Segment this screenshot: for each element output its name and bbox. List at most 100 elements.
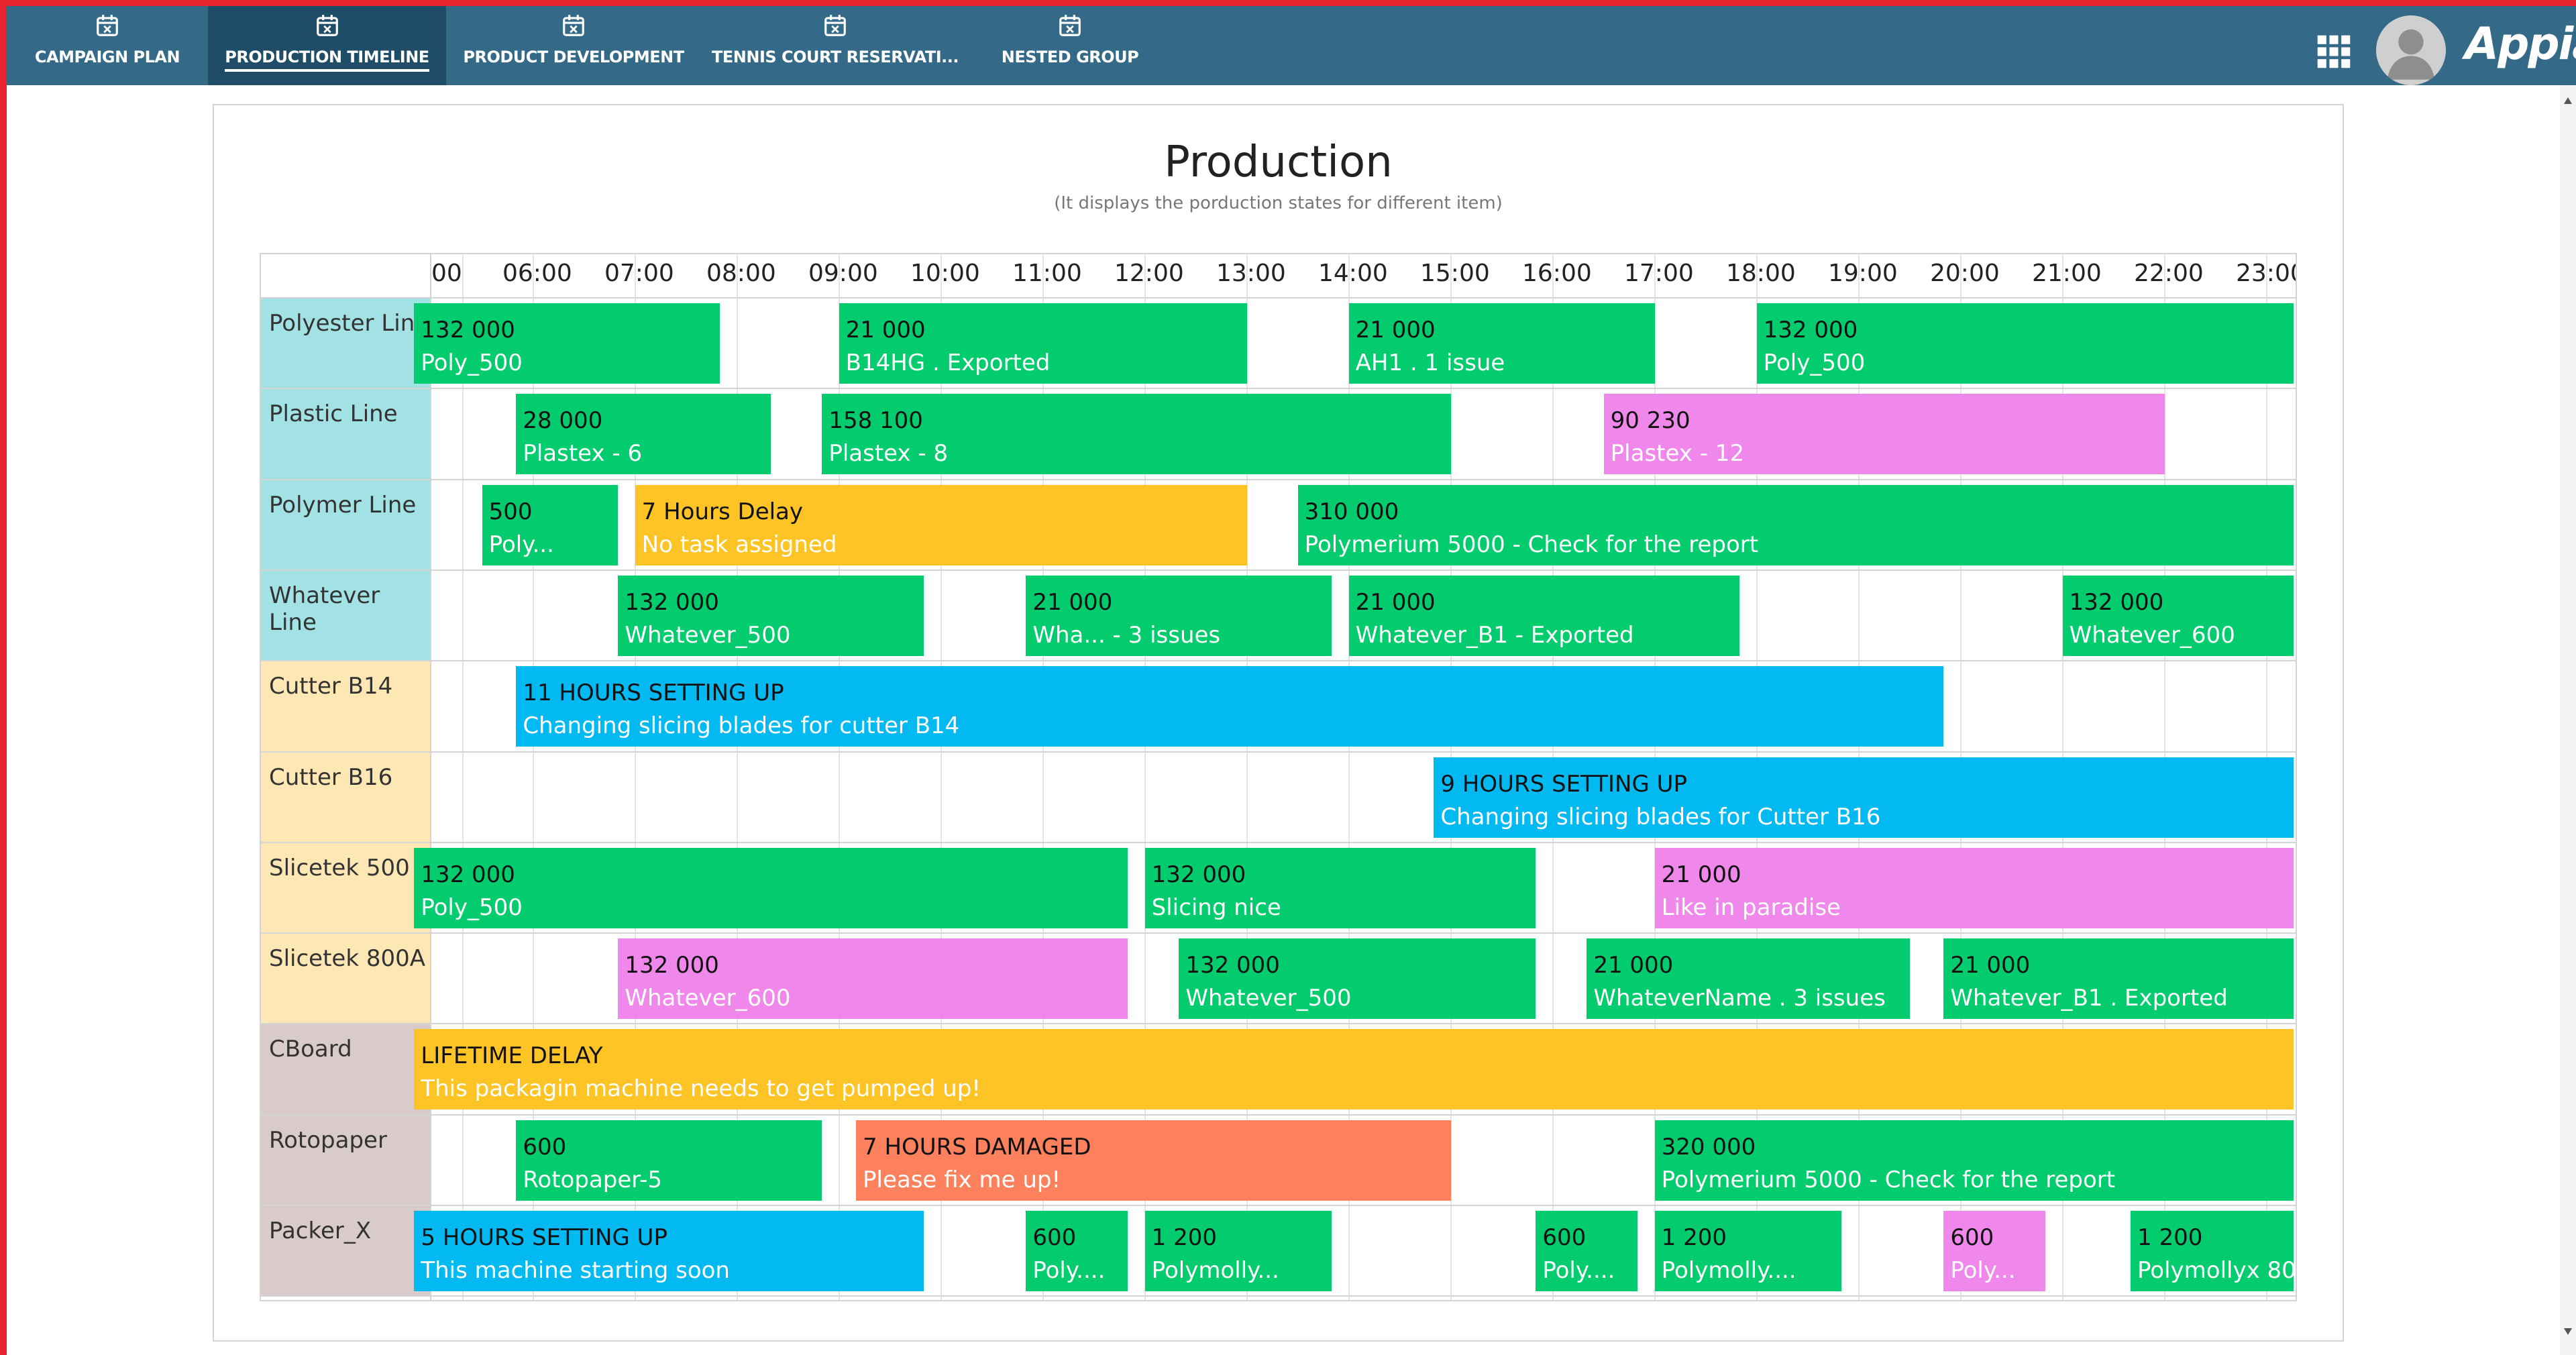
event-value: 9 HOURS SETTING UP: [1440, 770, 1688, 798]
event-value: 1 200: [1151, 1224, 1217, 1251]
timeline-event-bar[interactable]: 132 000 Poly_500: [414, 303, 720, 384]
tab-product-development[interactable]: PRODUCT DEVELOPMENT: [446, 6, 701, 85]
event-value: 320 000: [1661, 1133, 1756, 1160]
event-description: Polymerium 5000 - Check for the report: [1661, 1166, 2116, 1193]
event-value: 600: [1032, 1224, 1077, 1251]
user-avatar-icon[interactable]: [2376, 15, 2446, 85]
timeline-event-bar[interactable]: 11 HOURS SETTING UP Changing slicing blad…: [516, 666, 1944, 747]
tab-campaign-plan[interactable]: CAMPAIGN PLAN: [7, 6, 208, 85]
event-description: AH1 . 1 issue: [1355, 349, 1505, 376]
scroll-down-icon[interactable]: [2564, 1328, 2572, 1335]
timeline-event-bar[interactable]: 21 000 WhateverName . 3 issues: [1587, 938, 1910, 1020]
timeline-event-bar[interactable]: 21 000 Whatever_B1 . Exported: [1943, 938, 2294, 1020]
timeline-event-bar[interactable]: 7 HOURS DAMAGED Please fix me up!: [856, 1120, 1451, 1201]
event-value: 21 000: [1661, 861, 1741, 888]
tab-label: PRODUCTION TIMELINE: [225, 48, 429, 72]
event-description: Wha... - 3 issues: [1032, 621, 1221, 649]
timeline-event-bar[interactable]: 21 000 B14HG . Exported: [839, 303, 1247, 384]
scroll-up-icon[interactable]: [2564, 97, 2572, 104]
event-value: 132 000: [2069, 588, 2164, 616]
label-column-divider: [430, 254, 431, 1300]
timeline-event-bar[interactable]: 132 000 Whatever_600: [2062, 575, 2294, 656]
event-description: Whatever_500: [625, 621, 791, 649]
timeline-event-bar[interactable]: 1 200 Polymolly....: [1654, 1211, 1842, 1291]
event-description: Polymolly....: [1661, 1257, 1796, 1284]
event-value: 21 000: [1032, 588, 1113, 616]
event-description: Polymerium 5000 - Check for the report: [1304, 531, 1759, 558]
timeline-event-bar[interactable]: 28 000 Plastex - 6: [516, 394, 771, 475]
timeline-event-bar[interactable]: 21 000 AH1 . 1 issue: [1348, 303, 1655, 384]
timeline-event-bar[interactable]: 600 Poly....: [1536, 1211, 1638, 1291]
tab-tennis-court-reservation[interactable]: TENNIS COURT RESERVATI...: [701, 6, 969, 85]
timeline-event-bar[interactable]: LIFETIME DELAY This packagin machine need…: [414, 1029, 2294, 1110]
timeline-event-bar[interactable]: 1 200 Polymollyx 800: [2131, 1211, 2294, 1291]
page-scrollbar[interactable]: [2560, 85, 2576, 1355]
event-value: 21 000: [1950, 952, 2031, 979]
event-value: 7 HOURS DAMAGED: [863, 1133, 1091, 1160]
timeline-event-bar[interactable]: 600 Rotopaper-5: [516, 1120, 822, 1201]
event-description: Poly....: [1032, 1257, 1106, 1284]
event-description: WhateverName . 3 issues: [1593, 985, 1886, 1012]
event-value: 132 000: [1763, 317, 1858, 343]
timeline-event-bar[interactable]: 500 Poly...: [482, 484, 619, 565]
hour-label: 19:00: [1828, 260, 1898, 287]
timeline-event-bar[interactable]: 9 HOURS SETTING UP Changing slicing blade…: [1434, 757, 2294, 838]
event-description: Whatever_B1 - Exported: [1355, 621, 1634, 649]
event-description: Polymolly...: [1151, 1257, 1279, 1284]
tab-label: TENNIS COURT RESERVATI...: [712, 48, 959, 66]
row-divider: [261, 1295, 2296, 1297]
event-description: No task assigned: [641, 531, 837, 558]
row-label: Rotopaper: [261, 1114, 430, 1205]
event-description: Plastex - 12: [1610, 440, 1745, 468]
timeline-event-bar[interactable]: 600 Poly...: [1943, 1211, 2046, 1291]
hour-label: 23:00: [2236, 260, 2296, 287]
timeline-event-bar[interactable]: 132 000 Whatever_500: [1179, 938, 1536, 1020]
top-navigation-bar: CAMPAIGN PLAN PRODUCTION TIMELINE PRODUC…: [7, 6, 2576, 85]
tab-label: NESTED GROUP: [1001, 48, 1139, 66]
timeline-event-bar[interactable]: 132 000 Whatever_500: [618, 575, 924, 656]
hour-label: 17:00: [1624, 260, 1694, 287]
event-value: 500: [488, 498, 533, 525]
timeline-event-bar[interactable]: 21 000 Wha... - 3 issues: [1026, 575, 1332, 656]
timeline-event-bar[interactable]: 600 Poly....: [1026, 1211, 1128, 1291]
timeline-event-bar[interactable]: 1 200 Polymolly...: [1144, 1211, 1332, 1291]
calendar-icon: [824, 15, 846, 36]
event-description: Whatever_600: [2069, 621, 2235, 649]
event-value: 11 HOURS SETTING UP: [523, 680, 784, 707]
event-value: 1 200: [2137, 1224, 2203, 1251]
timeline-event-bar[interactable]: 320 000 Polymerium 5000 - Check for the r…: [1654, 1120, 2294, 1201]
timeline-event-bar[interactable]: 132 000 Poly_500: [414, 847, 1128, 928]
event-value: 21 000: [1355, 588, 1436, 616]
event-value: 132 000: [1151, 861, 1246, 888]
event-value: LIFETIME DELAY: [421, 1042, 603, 1070]
event-description: Slicing nice: [1151, 893, 1281, 921]
event-value: 132 000: [625, 952, 719, 979]
hour-label: 08:00: [706, 260, 776, 287]
row-divider: [261, 297, 2296, 299]
tab-nested-group[interactable]: NESTED GROUP: [969, 6, 1171, 85]
row-divider: [261, 1114, 2296, 1116]
hour-label: 13:00: [1216, 260, 1286, 287]
tab-production-timeline[interactable]: PRODUCTION TIMELINE: [208, 6, 446, 85]
event-description: Poly_500: [421, 349, 523, 376]
timeline-event-bar[interactable]: 21 000 Like in paradise: [1654, 847, 2294, 928]
row-label: Slicetek 800A: [261, 933, 430, 1024]
timeline-event-bar[interactable]: 7 Hours Delay No task assigned: [635, 484, 1247, 565]
timeline-event-bar[interactable]: 132 000 Slicing nice: [1144, 847, 1536, 928]
row-label: Polymer Line: [261, 479, 430, 570]
event-description: Please fix me up!: [863, 1166, 1061, 1193]
timeline-event-bar[interactable]: 132 000 Whatever_600: [618, 938, 1128, 1020]
event-value: 600: [523, 1133, 567, 1160]
timeline-event-bar[interactable]: 5 HOURS SETTING UP This machine starting …: [414, 1211, 924, 1291]
timeline-event-bar[interactable]: 310 000 Polymerium 5000 - Check for the r…: [1297, 484, 2294, 565]
timeline-event-bar[interactable]: 158 100 Plastex - 8: [822, 394, 1451, 475]
apps-grid-icon[interactable]: [2315, 33, 2353, 70]
event-value: 310 000: [1304, 498, 1399, 525]
event-value: 132 000: [421, 317, 515, 343]
row-divider: [261, 1023, 2296, 1025]
calendar-icon: [316, 15, 338, 36]
timeline-event-bar[interactable]: 132 000 Poly_500: [1756, 303, 2294, 384]
timeline-event-bar[interactable]: 21 000 Whatever_B1 - Exported: [1348, 575, 1740, 656]
timeline-event-bar[interactable]: 90 230 Plastex - 12: [1603, 394, 2165, 475]
row-divider: [261, 660, 2296, 662]
